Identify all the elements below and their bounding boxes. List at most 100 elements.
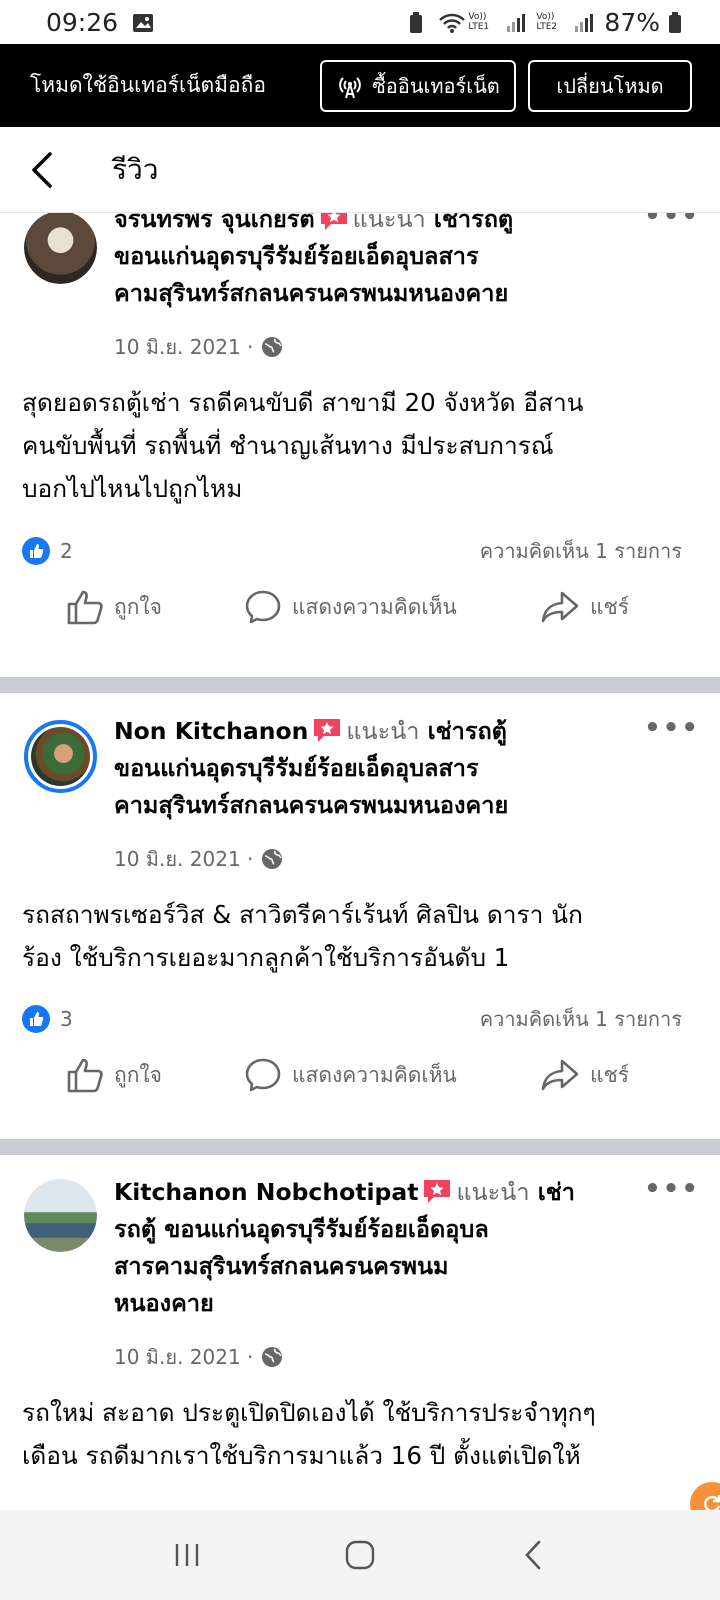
comment-button[interactable]: แสดงความคิดเห็น (244, 589, 457, 625)
review-date: 10 มิ.ย. 2021 · (114, 843, 283, 875)
review-card: จรินทร์พร จุนเกียรติ แนะนำ เช่ารถตู้ ขอนแ… (0, 213, 720, 677)
review-text-line: เดือน รถดีมากเราใช้บริการมาแล้ว 16 ปี ตั… (22, 1441, 581, 1470)
card-separator (0, 677, 720, 693)
reviewer-name[interactable]: Non Kitchanon (114, 717, 308, 745)
status-bar: 09:26 Vo)) LTE1 Vo)) LTE2 87% (0, 0, 720, 44)
buy-internet-button[interactable]: ซื้ออินเทอร์เน็ต (320, 59, 516, 112)
share-label: แชร์ (590, 1062, 630, 1087)
recommend-icon (422, 1178, 452, 1204)
share-arrow-icon (541, 1059, 579, 1091)
review-text-line: คนขับพื้นที่ รถพื้นที่ ชำนาญเส้นทาง มีปร… (22, 431, 554, 460)
review-text-line: รถใหม่ สะอาด ประตูเปิดปิดเองได้ ใช้บริกา… (22, 1398, 596, 1427)
wifi-icon (438, 11, 466, 33)
page-link-line3[interactable]: คามสุรินทร์สกลนครนครพนมหนองคาย (114, 275, 634, 312)
review-text: สุดยอดรถตู้เช่า รถดีคนขับดี สาขามี 20 จั… (22, 381, 702, 510)
status-icons: Vo)) LTE1 Vo)) LTE2 87% (408, 8, 690, 37)
like-button[interactable]: ถูกใจ (66, 589, 162, 625)
review-header: Kitchanon Nobchotipat แนะนำ เช่า รถตู้ ขอ… (114, 1174, 634, 1322)
like-label: ถูกใจ (114, 1062, 162, 1087)
like-reaction-icon (22, 1005, 50, 1033)
recommends-label: แนะนำ (456, 1178, 530, 1206)
share-arrow-icon (541, 591, 579, 623)
battery-saver-icon (408, 11, 430, 33)
recommend-icon (319, 213, 349, 231)
avatar[interactable] (24, 1179, 97, 1252)
antenna-icon (339, 76, 362, 98)
like-reaction-icon (22, 537, 50, 565)
review-text: รถสถาพรเซอร์วิส & สาวิตรีคาร์เร้นท์ ศิลป… (22, 893, 702, 979)
review-text-line: บอกไปไหนไปถูกไหม (22, 474, 243, 503)
avatar[interactable] (24, 720, 97, 793)
gallery-icon (132, 11, 154, 33)
thumbs-up-icon (67, 1058, 103, 1093)
recent-apps-button[interactable] (157, 1530, 217, 1580)
more-options-icon[interactable]: ••• (644, 713, 700, 743)
review-card: Non Kitchanon แนะนำ เช่ารถตู้ ขอนแก่นอุดร… (0, 693, 720, 1139)
comment-count[interactable]: ความคิดเห็น 1 รายการ (480, 1003, 682, 1035)
review-header: Non Kitchanon แนะนำ เช่ารถตู้ ขอนแก่นอุดร… (114, 713, 634, 824)
like-count[interactable]: 3 (60, 1007, 73, 1031)
reviewer-name[interactable]: จรินทร์พร จุนเกียรติ (114, 213, 315, 233)
reviewer-name[interactable]: Kitchanon Nobchotipat (114, 1178, 418, 1206)
page-link-line2[interactable]: รถตู้ ขอนแก่นอุดรบุรีรัมย์ร้อยเอ็ดอุบล (114, 1211, 634, 1248)
data-mode-banner: โหมดใช้อินเทอร์เน็ตมือถือ ซื้ออินเทอร์เน… (0, 44, 720, 127)
globe-icon (262, 849, 283, 869)
system-nav-bar (0, 1510, 720, 1600)
share-label: แชร์ (590, 594, 630, 619)
recommends-label: แนะนำ (352, 213, 426, 233)
share-button[interactable]: แชร์ (540, 590, 629, 624)
review-text-line: ร้อง ใช้บริการเยอะมากลูกค้าใช้บริการอันด… (22, 943, 510, 972)
comment-bubble-icon (245, 1058, 281, 1092)
like-count[interactable]: 2 (60, 539, 73, 563)
review-card: Kitchanon Nobchotipat แนะนำ เช่า รถตู้ ขอ… (0, 1155, 720, 1510)
share-button[interactable]: แชร์ (540, 1058, 629, 1092)
lte1-label: Vo)) LTE1 (468, 12, 490, 32)
page-link[interactable]: เช่ารถตู้ (428, 717, 507, 745)
reviews-feed[interactable]: จรินทร์พร จุนเกียรติ แนะนำ เช่ารถตู้ ขอนแ… (0, 213, 720, 1510)
recent-apps-icon (175, 1544, 198, 1566)
back-icon (525, 1540, 541, 1570)
back-arrow-icon[interactable] (30, 150, 66, 190)
page-link-line2[interactable]: ขอนแก่นอุดรบุรีรัมย์ร้อยเอ็ดอุบลสาร (114, 238, 634, 275)
more-options-icon[interactable]: ••• (644, 1174, 700, 1204)
comment-button[interactable]: แสดงความคิดเห็น (244, 1057, 457, 1093)
avatar[interactable] (24, 213, 97, 284)
mode-text: โหมดใช้อินเทอร์เน็ตมือถือ (30, 73, 266, 97)
home-icon (345, 1540, 375, 1570)
buy-internet-label: ซื้ออินเทอร์เน็ต (372, 75, 500, 98)
globe-icon (262, 1347, 283, 1367)
comment-count[interactable]: ความคิดเห็น 1 รายการ (480, 535, 682, 567)
page-link-line2[interactable]: ขอนแก่นอุดรบุรีรัมย์ร้อยเอ็ดอุบลสาร (114, 750, 634, 787)
comment-bubble-icon (245, 590, 281, 624)
battery-icon (668, 11, 690, 33)
date-text: 10 มิ.ย. 2021 · (114, 847, 254, 871)
review-date: 10 มิ.ย. 2021 · (114, 1341, 283, 1373)
page-header: รีวิว (0, 127, 720, 213)
more-options-icon[interactable]: ••• (644, 213, 700, 231)
page-link[interactable]: เช่ารถตู้ (434, 213, 513, 233)
page-link-line4[interactable]: หนองคาย (114, 1285, 634, 1322)
reaction-stats: 3 ความคิดเห็น 1 รายการ (22, 1003, 682, 1035)
back-button[interactable] (503, 1530, 563, 1580)
page-link-line3[interactable]: สารคามสุรินทร์สกลนครนครพนม (114, 1248, 634, 1285)
globe-icon (262, 337, 283, 357)
card-separator (0, 1139, 720, 1155)
home-button[interactable] (330, 1530, 390, 1580)
review-header: จรินทร์พร จุนเกียรติ แนะนำ เช่ารถตู้ ขอนแ… (114, 213, 634, 312)
like-button[interactable]: ถูกใจ (66, 1057, 162, 1093)
review-text-line: รถสถาพรเซอร์วิส & สาวิตรีคาร์เร้นท์ ศิลป… (22, 900, 583, 929)
like-label: ถูกใจ (114, 594, 162, 619)
page-link[interactable]: เช่า (538, 1178, 575, 1206)
comment-label: แสดงความคิดเห็น (292, 1062, 457, 1087)
signal-1-icon (506, 11, 528, 33)
lte2-label: Vo)) LTE2 (536, 12, 558, 32)
signal-2-icon (574, 11, 596, 33)
switch-mode-button[interactable]: เปลี่ยนโหมด (528, 59, 692, 112)
date-text: 10 มิ.ย. 2021 · (114, 335, 254, 359)
page-link-line3[interactable]: คามสุรินทร์สกลนครนครพนมหนองคาย (114, 787, 634, 824)
reaction-stats: 2 ความคิดเห็น 1 รายการ (22, 535, 682, 567)
comment-label: แสดงความคิดเห็น (292, 594, 457, 619)
battery-percent: 87% (604, 7, 660, 37)
review-date: 10 มิ.ย. 2021 · (114, 331, 283, 363)
review-text-line: สุดยอดรถตู้เช่า รถดีคนขับดี สาขามี 20 จั… (22, 388, 584, 417)
